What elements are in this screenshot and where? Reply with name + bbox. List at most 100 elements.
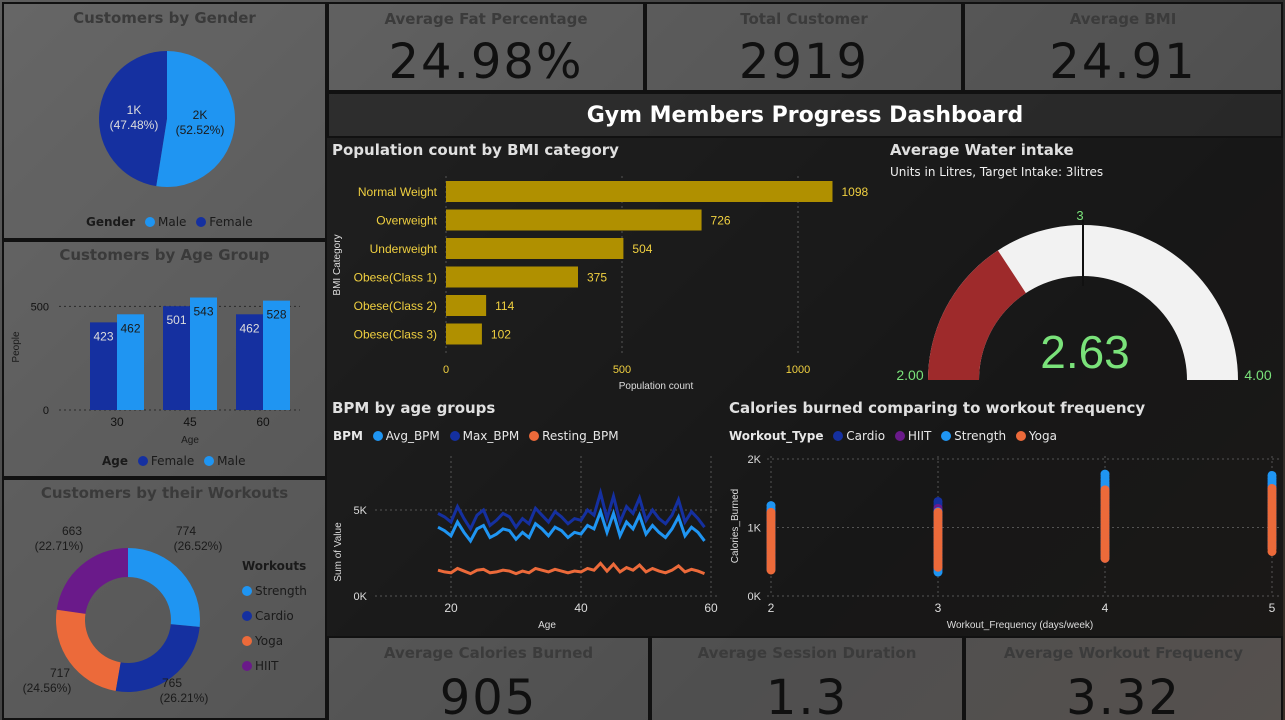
age-legend-title: Age xyxy=(102,454,129,468)
bpm-line-max-bpm xyxy=(437,487,706,533)
female-dot-icon xyxy=(196,217,207,227)
bpm-line-chart[interactable]: Sum of Value Age 0K 5K 20 40 60 xyxy=(327,396,725,636)
bmi-category-label: Overweight xyxy=(376,214,437,228)
kpi-customers-value: 2919 xyxy=(738,34,870,90)
calories-point-strength xyxy=(1100,469,1110,479)
bmi-xtick: 1000 xyxy=(786,364,810,376)
workouts-panel: Customers by their Workouts 774 (26.52%)… xyxy=(2,478,327,720)
calories-ytick: 0K xyxy=(748,591,762,603)
legend-male[interactable]: Male xyxy=(158,215,186,229)
age-ytick: 500 xyxy=(31,301,49,313)
bpm-xlabel: Age xyxy=(538,620,556,631)
male-dot-icon xyxy=(204,456,215,466)
water-panel: Average Water intake Units in Litres, Ta… xyxy=(885,138,1283,396)
age-xlabel: Age xyxy=(181,435,199,446)
bmi-category-label: Obese(Class 2) xyxy=(354,299,437,313)
bmi-bar xyxy=(446,181,833,202)
hiit-dot-icon xyxy=(242,661,252,671)
bmi-bar xyxy=(446,238,624,259)
bmi-bar-chart[interactable]: BMI Category Population count 0 500 1000 No… xyxy=(327,138,885,396)
age-bar-chart[interactable]: People Age 0 500 423 462 30 501 543 45 462 528 60 xyxy=(4,242,325,476)
bmi-category-label: Underweight xyxy=(370,242,438,256)
kpi-bmi-value: 24.91 xyxy=(1049,34,1197,90)
calories-xtick: 5 xyxy=(1269,601,1276,615)
calories-point-yoga xyxy=(766,507,776,517)
strength-percent: (26.52%) xyxy=(174,539,223,553)
age-bar-label: 462 xyxy=(239,321,259,335)
legend-strength[interactable]: Strength xyxy=(255,584,307,598)
male-dot-icon xyxy=(145,217,156,227)
bmi-xtick: 0 xyxy=(443,364,449,376)
legend-female[interactable]: Female xyxy=(151,454,194,468)
strength-dot-icon xyxy=(242,586,252,596)
cardio-dot-icon xyxy=(242,611,252,621)
kpi-fat: Average Fat Percentage 24.98% xyxy=(327,2,645,92)
calories-ylabel: Calories_Burned xyxy=(730,489,741,564)
bpm-ytick: 0K xyxy=(354,591,368,603)
calories-xlabel: Workout_Frequency (days/week) xyxy=(947,620,1094,631)
bmi-bar xyxy=(446,323,482,345)
donut-slice-cardio[interactable] xyxy=(115,624,200,692)
bpm-panel: BPM by age groups BPM Avg_BPM Max_BPM Re… xyxy=(327,396,725,636)
bmi-bar xyxy=(446,209,702,231)
calories-point-strength xyxy=(1267,470,1277,480)
age-ytick: 0 xyxy=(43,405,49,417)
bmi-xlabel: Population count xyxy=(619,381,694,392)
dashboard-title: Gym Members Progress Dashboard xyxy=(586,103,1024,128)
bmi-category-label: Obese(Class 1) xyxy=(354,271,437,285)
legend-male[interactable]: Male xyxy=(217,454,245,468)
kpi-frequency-title: Average Workout Frequency xyxy=(1003,644,1244,662)
hiit-percent: (22.71%) xyxy=(35,539,84,553)
dashboard-title-bar: Gym Members Progress Dashboard xyxy=(327,92,1283,138)
kpi-frequency: Average Workout Frequency 3.32 xyxy=(964,636,1283,720)
gauge-value: 2.63 xyxy=(1040,326,1130,378)
legend-yoga[interactable]: Yoga xyxy=(255,634,283,648)
gender-pie[interactable]: 1K (47.48%) 2K (52.52%) xyxy=(4,4,325,238)
kpi-fat-title: Average Fat Percentage xyxy=(384,10,588,28)
yoga-value: 717 xyxy=(50,666,70,680)
age-bar-label: 423 xyxy=(93,329,113,343)
calories-scatter-chart[interactable]: Calories_Burned Workout_Frequency (days/… xyxy=(725,396,1283,636)
yoga-dot-icon xyxy=(242,636,252,646)
calories-xtick: 2 xyxy=(768,601,775,615)
kpi-calories-value: 905 xyxy=(439,670,538,720)
bpm-xtick: 20 xyxy=(444,601,458,615)
water-gauge[interactable]: 3 2.63 2.00 4.00 xyxy=(885,138,1283,396)
workouts-legend: Workouts Strength Cardio Yoga HIIT xyxy=(242,554,307,679)
age-xtick: 45 xyxy=(183,415,197,429)
legend-cardio[interactable]: Cardio xyxy=(255,609,294,623)
kpi-customers: Total Customer 2919 xyxy=(645,2,963,92)
calories-point-yoga xyxy=(1100,485,1110,495)
bmi-bar-label: 375 xyxy=(587,271,607,285)
male-slice-percent: (52.52%) xyxy=(176,123,225,137)
bmi-category-panel: Population count by BMI category BMI Cat… xyxy=(327,138,885,396)
bmi-category-label: Obese(Class 3) xyxy=(354,328,437,342)
gauge-max: 4.00 xyxy=(1244,367,1271,383)
kpi-customers-title: Total Customer xyxy=(740,10,868,28)
female-dot-icon xyxy=(137,456,148,466)
calories-xtick: 3 xyxy=(935,601,942,615)
bmi-category-label: Normal Weight xyxy=(358,185,438,199)
calories-ytick: 2K xyxy=(748,454,762,466)
age-bar-label: 543 xyxy=(193,305,213,319)
kpi-fat-value: 24.98% xyxy=(388,34,584,90)
bmi-bar-label: 1098 xyxy=(841,185,868,199)
female-slice-value: 1K xyxy=(127,103,142,117)
kpi-bmi-title: Average BMI xyxy=(1069,10,1177,28)
hiit-value: 663 xyxy=(62,524,82,538)
donut-slice-strength[interactable] xyxy=(128,548,200,627)
legend-female[interactable]: Female xyxy=(209,215,252,229)
kpi-session-title: Average Session Duration xyxy=(697,644,917,662)
gender-legend: Gender Male Female xyxy=(86,215,253,229)
bmi-ylabel: BMI Category xyxy=(332,234,343,295)
bmi-bar xyxy=(446,266,578,288)
donut-slice-hiit[interactable] xyxy=(56,548,128,614)
age-legend: Age Female Male xyxy=(102,454,246,468)
calories-panel: Calories burned comparing to workout fre… xyxy=(725,396,1283,636)
workouts-legend-title: Workouts xyxy=(242,559,307,573)
gender-legend-title: Gender xyxy=(86,215,136,229)
age-bar-label: 501 xyxy=(166,313,186,327)
age-ylabel: People xyxy=(11,331,22,363)
kpi-calories-title: Average Calories Burned xyxy=(383,644,594,662)
legend-hiit[interactable]: HIIT xyxy=(255,659,278,673)
